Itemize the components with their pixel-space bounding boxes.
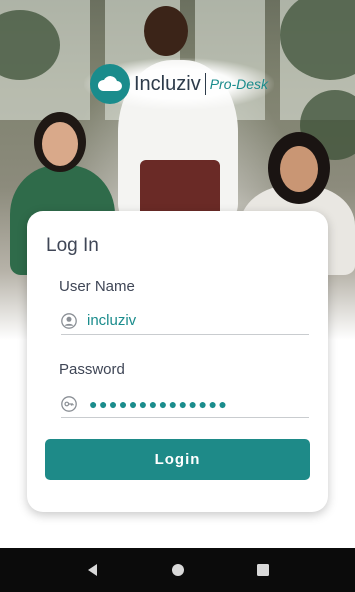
brand-divider bbox=[204, 73, 206, 95]
brand-product: Pro-Desk bbox=[209, 76, 269, 92]
home-circle-icon[interactable] bbox=[166, 558, 190, 582]
login-button[interactable]: Login bbox=[45, 439, 310, 480]
brand-logo: Incluziv Pro-Desk bbox=[90, 64, 268, 104]
card-title: Log In bbox=[46, 235, 99, 256]
password-label: Password bbox=[59, 361, 125, 378]
brand-name: Incluziv bbox=[134, 72, 201, 95]
login-card: Log In User Name incluziv Password ●●●●●… bbox=[27, 211, 328, 512]
cloud-logo-icon bbox=[90, 64, 130, 104]
back-triangle-icon[interactable] bbox=[81, 558, 105, 582]
system-navigation-bar bbox=[0, 548, 355, 592]
password-field[interactable]: ●●●●●●●●●●●●●● bbox=[61, 390, 309, 418]
user-circle-icon bbox=[61, 312, 77, 329]
recents-square-icon[interactable] bbox=[251, 558, 275, 582]
username-field[interactable]: incluziv bbox=[61, 307, 309, 335]
username-value: incluziv bbox=[87, 312, 137, 329]
password-value: ●●●●●●●●●●●●●● bbox=[89, 395, 229, 412]
username-label: User Name bbox=[59, 278, 135, 295]
key-icon bbox=[61, 395, 77, 412]
